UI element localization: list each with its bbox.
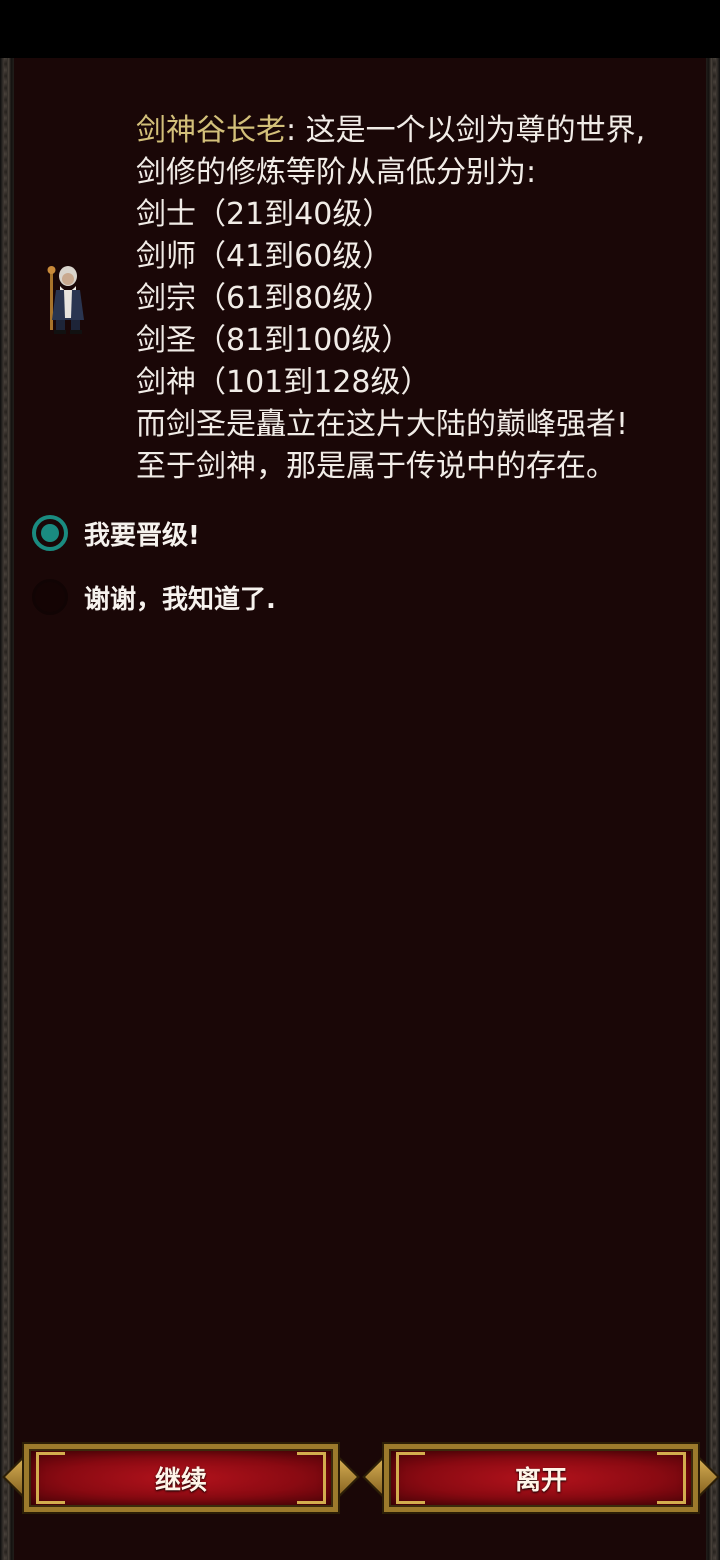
dialog-panel: 剑神谷长老: 这是一个以剑为尊的世界, 剑修的修炼等阶从高低分别为: 剑士（21… xyxy=(0,58,720,1560)
radio-unselected-icon[interactable] xyxy=(32,579,68,615)
dialog-line: 剑圣（81到100级） xyxy=(136,323,412,358)
dialog-line: 剑神（101到128级） xyxy=(136,365,431,400)
radio-selected-icon[interactable] xyxy=(32,515,68,551)
dialog-line: 至于剑神，那是属于传说中的存在。 xyxy=(136,449,616,484)
npc-dialog-text: 剑神谷长老: 这是一个以剑为尊的世界, 剑修的修炼等阶从高低分别为: 剑士（21… xyxy=(136,110,696,488)
dialog-line: 剑士（21到40级） xyxy=(136,197,393,232)
option-label: 谢谢，我知道了. xyxy=(84,584,276,615)
option-acknowledge[interactable]: 谢谢，我知道了. xyxy=(32,576,276,618)
dialog-line: 剑师（41到60级） xyxy=(136,239,393,274)
ornament-icon xyxy=(657,1475,686,1504)
dialog-line: 这是一个以剑为尊的世界, xyxy=(305,113,646,148)
status-bar xyxy=(0,0,720,58)
dialog-first-line: 剑神谷长老: 这是一个以剑为尊的世界, xyxy=(136,110,696,152)
ornament-icon xyxy=(396,1475,425,1504)
leave-label: 离开 xyxy=(514,1465,567,1496)
option-promote[interactable]: 我要晋级! xyxy=(32,512,200,554)
ornament-icon xyxy=(297,1475,326,1504)
dialog-line: 剑宗（61到80级） xyxy=(136,281,393,316)
panel-frame-right xyxy=(706,58,720,1560)
speaker-separator: : xyxy=(286,113,306,148)
option-label: 我要晋级! xyxy=(84,520,200,551)
speaker-name: 剑神谷长老 xyxy=(136,113,286,148)
continue-label: 继续 xyxy=(154,1465,207,1496)
dialog-line: 剑修的修炼等阶从高低分别为: xyxy=(136,155,537,190)
ornament-icon xyxy=(36,1475,65,1504)
panel-frame-left xyxy=(0,58,14,1560)
leave-button[interactable]: 离开 xyxy=(362,1442,720,1514)
continue-button[interactable]: 继续 xyxy=(2,1442,360,1514)
dialog-line: 而剑圣是矗立在这片大陆的巅峰强者! xyxy=(136,407,629,442)
old-elder-npc-icon xyxy=(47,266,84,334)
